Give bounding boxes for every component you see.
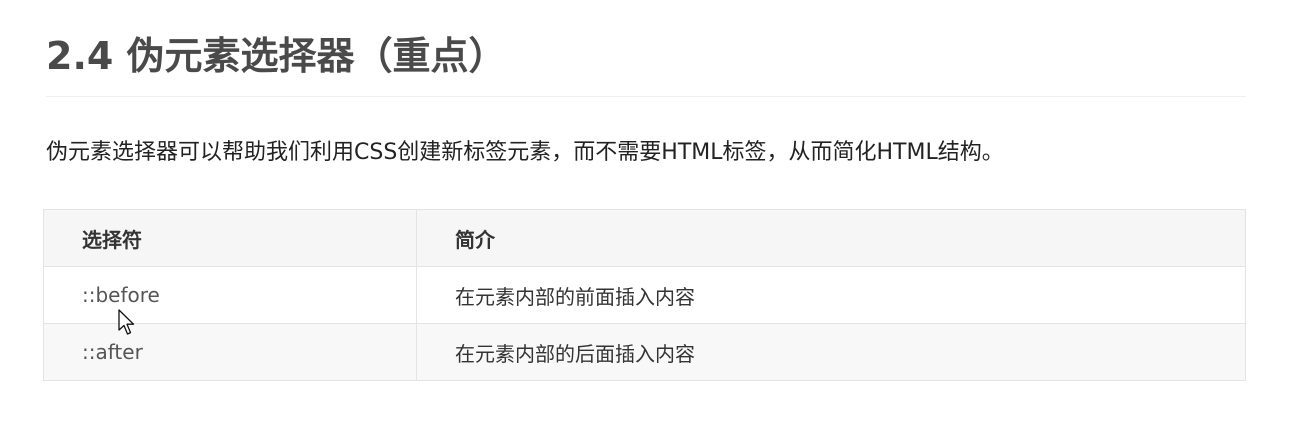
mouse-pointer-icon [118, 309, 135, 335]
heading-divider [46, 96, 1246, 97]
cell-description: 在元素内部的前面插入内容 [416, 266, 1246, 324]
table-row: ::before 在元素内部的前面插入内容 [43, 266, 1246, 324]
section-heading: 2.4 伪元素选择器（重点） [46, 34, 507, 78]
table-header-row: 选择符 简介 [43, 209, 1246, 267]
table-row: ::after 在元素内部的后面插入内容 [43, 323, 1246, 381]
intro-paragraph: 伪元素选择器可以帮助我们利用CSS创建新标签元素，而不需要HTML标签，从而简化… [46, 140, 1004, 165]
cell-selector: ::after [43, 323, 417, 381]
cell-selector: ::before [43, 266, 417, 324]
header-selector: 选择符 [43, 209, 417, 267]
pseudo-element-table: 选择符 简介 ::before 在元素内部的前面插入内容 ::after 在元素… [43, 209, 1246, 381]
cell-description: 在元素内部的后面插入内容 [416, 323, 1246, 381]
document-page: 2.4 伪元素选择器（重点） 伪元素选择器可以帮助我们利用CSS创建新标签元素，… [0, 0, 1291, 428]
header-description: 简介 [416, 209, 1246, 267]
